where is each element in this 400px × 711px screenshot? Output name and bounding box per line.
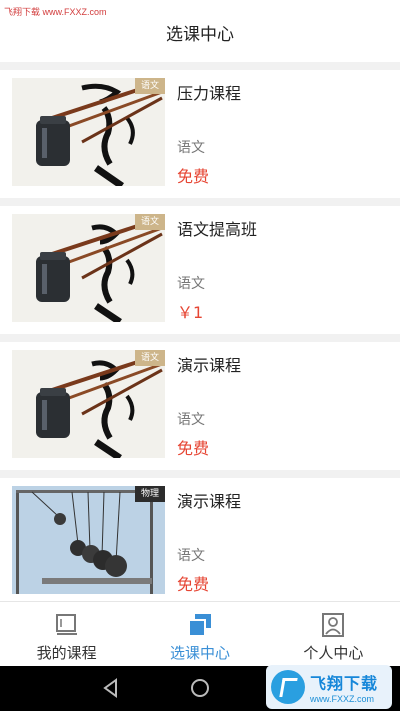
course-thumbnail: 语文 [12, 350, 165, 458]
profile-icon [322, 613, 345, 637]
course-subject: 语文 [177, 140, 205, 156]
tab-profile[interactable]: 个人中心 [267, 602, 400, 666]
calligraphy-image [12, 78, 165, 186]
course-price: 免费 [177, 439, 210, 458]
page-title: 选课中心 [166, 24, 234, 45]
course-price: 免费 [177, 575, 210, 594]
course-list: 语文 压力课程 语文 免费 语文 语文提高班 语文 ￥1 语文 演示课程 语文 … [0, 70, 400, 614]
watermark-top: 飞翔下载 www.FXXZ.com [4, 7, 107, 17]
back-icon[interactable] [101, 678, 121, 698]
tab-my-courses[interactable]: 我的课程 [0, 602, 133, 666]
course-title: 压力课程 [177, 84, 242, 103]
subject-tag: 语文 [134, 214, 165, 230]
subject-tag: 语文 [134, 350, 165, 366]
book-icon [55, 614, 77, 635]
newtons-cradle-image [12, 486, 165, 594]
course-price: ￥1 [177, 303, 204, 322]
course-title: 演示课程 [177, 492, 242, 511]
fxxz-logo-icon [271, 670, 305, 704]
home-icon[interactable] [189, 677, 211, 699]
calligraphy-image [12, 214, 165, 322]
course-subject: 语文 [177, 548, 205, 564]
course-price: 免费 [177, 167, 210, 186]
course-title: 演示课程 [177, 356, 242, 375]
watermark-url: www.FXXZ.com [310, 694, 375, 704]
course-thumbnail: 语文 [12, 214, 165, 322]
course-subject: 语文 [177, 276, 205, 292]
course-card[interactable]: 物理 演示课程 语文 免费 [0, 478, 400, 614]
bottom-tab-bar: 我的课程 选课中心 个人中心 [0, 601, 400, 666]
course-subject: 语文 [177, 412, 205, 428]
subject-tag: 语文 [134, 78, 165, 94]
cards-icon [187, 614, 211, 637]
calligraphy-image [12, 350, 165, 458]
tab-label: 选课中心 [169, 644, 230, 662]
course-card[interactable]: 语文 演示课程 语文 免费 [0, 342, 400, 478]
divider [0, 62, 400, 70]
course-card[interactable]: 语文 压力课程 语文 免费 [0, 70, 400, 206]
tab-label: 我的课程 [36, 644, 97, 662]
tab-label: 个人中心 [303, 644, 364, 662]
tab-course-center[interactable]: 选课中心 [133, 602, 266, 666]
course-title: 语文提高班 [177, 220, 258, 239]
subject-tag: 物理 [134, 486, 165, 502]
course-card[interactable]: 语文 语文提高班 语文 ￥1 [0, 206, 400, 342]
course-thumbnail: 物理 [12, 486, 165, 594]
watermark-name: 飞翔下载 [310, 674, 379, 693]
course-thumbnail: 语文 [12, 78, 165, 186]
watermark-badge: 飞翔下载 www.FXXZ.com [266, 665, 392, 709]
